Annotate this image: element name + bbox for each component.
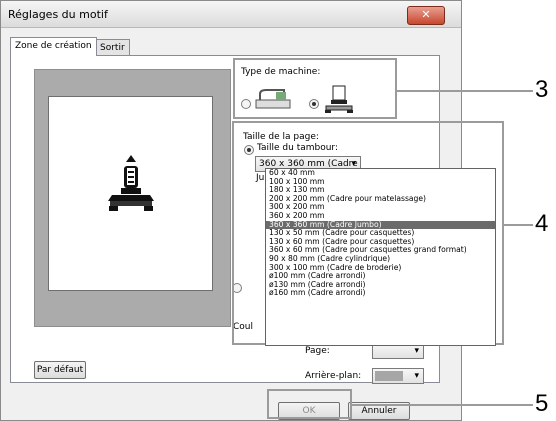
callout-number-3: 3 xyxy=(535,76,549,103)
preview-area xyxy=(34,69,231,327)
callout-number-5: 5 xyxy=(535,390,549,417)
hoop-machine-icon xyxy=(108,155,154,211)
close-icon: ✕ xyxy=(421,8,431,21)
page-color-label: Page: xyxy=(305,346,330,356)
callout-line-5 xyxy=(352,404,533,406)
title-bar: Réglages du motif ✕ xyxy=(1,1,461,28)
close-button[interactable]: ✕ xyxy=(407,6,445,25)
hoop-option[interactable]: ø160 mm (Cadre arrondi) xyxy=(266,289,495,298)
tab-sortir[interactable]: Sortir xyxy=(95,39,130,56)
background-color-label: Arrière-plan: xyxy=(305,371,362,381)
preview-canvas xyxy=(48,96,213,291)
tab-zone-de-creation[interactable]: Zone de création xyxy=(10,37,97,56)
callout-line-4 xyxy=(504,224,533,226)
chevron-down-icon: ▾ xyxy=(414,371,419,381)
callout-box-ok xyxy=(267,389,352,419)
dialog-title: Réglages du motif xyxy=(8,8,108,21)
background-color-swatch xyxy=(375,371,403,381)
hoop-size-dropdown-list: 60 x 40 mm 100 x 100 mm 180 x 130 mm 200 x … xyxy=(265,168,496,346)
callout-box-machine-type xyxy=(233,58,397,119)
chevron-down-icon: ▾ xyxy=(414,346,419,356)
default-button[interactable]: Par défaut xyxy=(34,361,86,379)
callout-line-3 xyxy=(397,90,533,92)
callout-number-4: 4 xyxy=(535,210,549,237)
background-color-combo[interactable]: ▾ xyxy=(372,368,424,384)
